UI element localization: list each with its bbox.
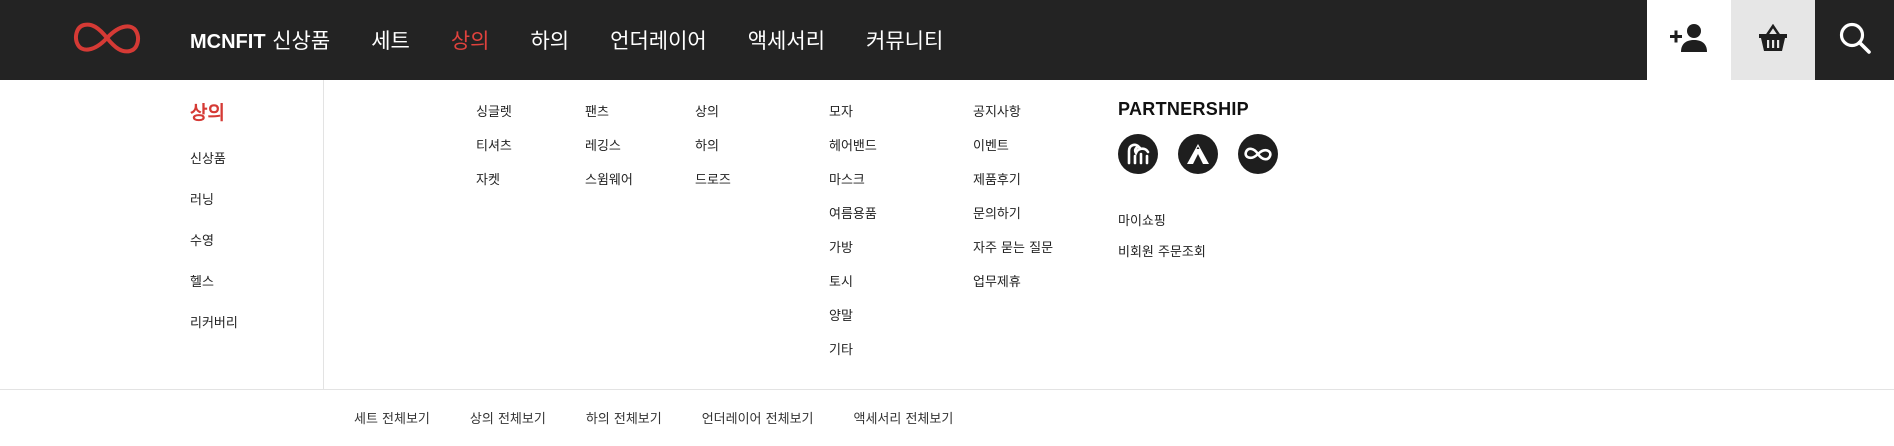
submenu-item[interactable]: 토시 bbox=[829, 271, 877, 305]
submenu-item[interactable]: 헤어밴드 bbox=[829, 135, 877, 169]
category-title: 상의 bbox=[190, 102, 225, 124]
add-user-icon bbox=[1670, 23, 1708, 57]
submenu-item[interactable]: 마스크 bbox=[829, 169, 877, 203]
submenu-item[interactable]: 업무제휴 bbox=[973, 271, 1053, 305]
nav-item-set[interactable]: 세트 bbox=[371, 25, 410, 55]
submenu-item[interactable]: 기타 bbox=[829, 339, 877, 373]
mountain-logo-icon[interactable] bbox=[1178, 134, 1218, 174]
category-list: 신상품 러닝 수영 헬스 리커버리 bbox=[190, 148, 238, 353]
submenu-item[interactable]: 제품후기 bbox=[973, 169, 1053, 203]
join-button[interactable] bbox=[1647, 0, 1731, 80]
account-links: 마이쇼핑 비회원 주문조회 bbox=[1118, 210, 1206, 272]
submenu-item[interactable]: 가방 bbox=[829, 237, 877, 271]
category-item-running[interactable]: 러닝 bbox=[190, 189, 238, 230]
submenu-bottom: 팬츠 레깅스 스윔웨어 bbox=[585, 101, 633, 203]
submenu-item[interactable]: 하의 bbox=[695, 135, 731, 169]
submenu-item[interactable]: 여름용품 bbox=[829, 203, 877, 237]
partnership-logos bbox=[1118, 134, 1298, 174]
category-item-recovery[interactable]: 리커버리 bbox=[190, 312, 238, 353]
category-item-new[interactable]: 신상품 bbox=[190, 148, 238, 189]
nav-item-accessory[interactable]: 액세서리 bbox=[748, 25, 825, 55]
submenu-item[interactable]: 팬츠 bbox=[585, 101, 633, 135]
category-item-swimming[interactable]: 수영 bbox=[190, 230, 238, 271]
submenu-accessory: 모자 헤어밴드 마스크 여름용품 가방 토시 양말 기타 bbox=[829, 101, 877, 373]
submenu-item[interactable]: 모자 bbox=[829, 101, 877, 135]
submenu-underlayer: 상의 하의 드로즈 bbox=[695, 101, 731, 203]
submenu-item[interactable]: 드로즈 bbox=[695, 169, 731, 203]
infinity-logo-icon[interactable] bbox=[72, 18, 142, 58]
nav-item-bottom[interactable]: 하의 bbox=[530, 25, 569, 55]
view-all-set-link[interactable]: 세트 전체보기 bbox=[354, 408, 430, 427]
my-shopping-link[interactable]: 마이쇼핑 bbox=[1118, 210, 1206, 241]
view-all-bottom-link[interactable]: 하의 전체보기 bbox=[586, 408, 662, 427]
submenu-item[interactable]: 이벤트 bbox=[973, 135, 1053, 169]
submenu-item[interactable]: 자주 묻는 질문 bbox=[973, 237, 1053, 271]
view-all-underlayer-link[interactable]: 언더레이어 전체보기 bbox=[702, 408, 814, 427]
search-button[interactable] bbox=[1815, 0, 1894, 80]
submenu-item[interactable]: 티셔츠 bbox=[476, 135, 512, 169]
top-navigation-bar: MCNFIT 신상품 세트 상의 하의 언더레이어 액세서리 커뮤니티 bbox=[0, 0, 1894, 80]
submenu-item[interactable]: 자켓 bbox=[476, 169, 512, 203]
brand-name: MCNFIT bbox=[190, 31, 266, 53]
submenu-item[interactable]: 상의 bbox=[695, 101, 731, 135]
submenu-item[interactable]: 문의하기 bbox=[973, 203, 1053, 237]
submenu-set: 싱글렛 티셔츠 자켓 bbox=[476, 101, 512, 203]
category-item-fitness[interactable]: 헬스 bbox=[190, 271, 238, 312]
submenu-item[interactable]: 스윔웨어 bbox=[585, 169, 633, 203]
infinity-logo-icon[interactable] bbox=[1238, 134, 1278, 174]
submenu-item[interactable]: 레깅스 bbox=[585, 135, 633, 169]
submenu-community: 공지사항 이벤트 제품후기 문의하기 자주 묻는 질문 업무제휴 bbox=[973, 101, 1053, 305]
submenu-item[interactable]: 싱글렛 bbox=[476, 101, 512, 135]
cart-button[interactable] bbox=[1731, 0, 1815, 80]
view-all-top-link[interactable]: 상의 전체보기 bbox=[470, 408, 546, 427]
nav-item-top[interactable]: 상의 bbox=[451, 25, 490, 55]
category-sidebar: 상의 신상품 러닝 수영 헬스 리커버리 bbox=[190, 80, 324, 390]
nav-item-community[interactable]: 커뮤니티 bbox=[866, 25, 943, 55]
divider bbox=[0, 389, 1894, 390]
submenu-item[interactable]: 공지사항 bbox=[973, 101, 1053, 135]
view-all-accessory-link[interactable]: 액세서리 전체보기 bbox=[854, 408, 954, 427]
nav-item-underlayer[interactable]: 언더레이어 bbox=[610, 25, 707, 55]
main-nav: MCNFIT 신상품 세트 상의 하의 언더레이어 액세서리 커뮤니티 bbox=[190, 0, 984, 80]
guest-order-lookup-link[interactable]: 비회원 주문조회 bbox=[1118, 241, 1206, 272]
submenu-item[interactable]: 양말 bbox=[829, 305, 877, 339]
nav-item-new[interactable]: MCNFIT 신상품 bbox=[190, 25, 330, 55]
nav-new-label: 신상품 bbox=[272, 29, 331, 53]
basket-icon bbox=[1758, 23, 1788, 56]
partnership-title: PARTNERSHIP bbox=[1118, 99, 1249, 119]
search-icon bbox=[1838, 21, 1872, 59]
wave-logo-icon[interactable] bbox=[1118, 134, 1158, 174]
view-all-links: 세트 전체보기 상의 전체보기 하의 전체보기 언더레이어 전체보기 액세서리 … bbox=[354, 408, 993, 427]
